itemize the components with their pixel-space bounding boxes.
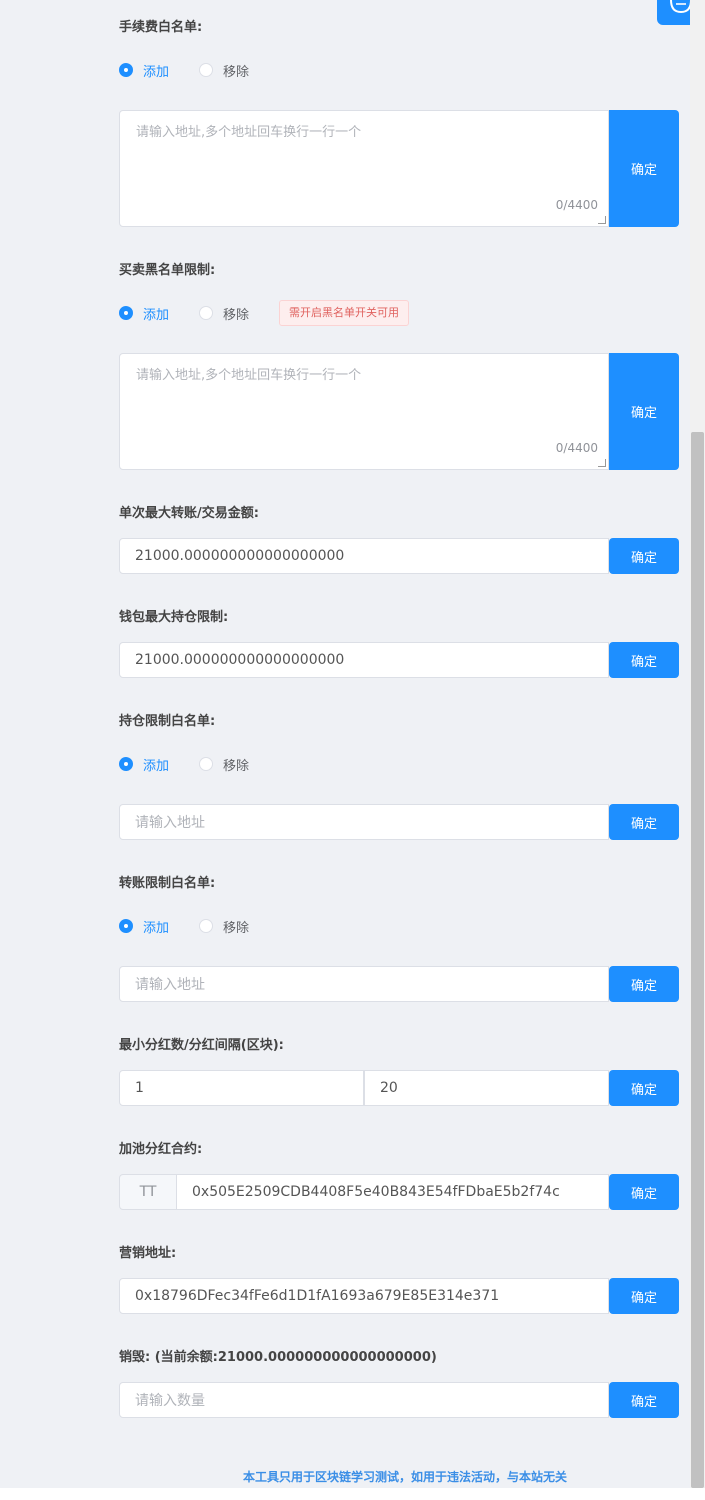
transfer-whitelist-radio-group: 添加 移除 [119, 916, 249, 936]
marketing-confirm-button[interactable]: 确定 [609, 1278, 679, 1314]
max-wallet-confirm-button[interactable]: 确定 [609, 642, 679, 678]
marketing-input[interactable]: 0x18796DFec34fFe6d1D1fA1693a679E85E314e3… [119, 1278, 609, 1314]
transfer-whitelist-input[interactable]: 请输入地址 [119, 966, 609, 1002]
trade-blacklist-remove-radio[interactable]: 移除 [199, 304, 249, 323]
hold-whitelist-add-radio[interactable]: 添加 [119, 755, 169, 774]
fee-whitelist-radio-group: 添加 移除 [119, 60, 249, 80]
blacklist-notice-tag: 需开启黑名单开关可用 [279, 300, 410, 326]
fee-whitelist-textarea[interactable]: 请输入地址,多个地址回车换行一行一个 0/4400 [119, 110, 609, 227]
radio-checked-icon [119, 757, 133, 771]
bottom-edge [0, 1488, 705, 1500]
transfer-whitelist-add-radio[interactable]: 添加 [119, 917, 169, 936]
hold-whitelist-input[interactable]: 请输入地址 [119, 804, 609, 840]
char-counter: 0/4400 [555, 441, 598, 455]
footer-disclaimer: 本工具只用于区块链学习测试，如用于违法活动，与本站无关 [242, 1470, 567, 1484]
resize-handle-icon[interactable] [598, 459, 606, 467]
burn-confirm-button[interactable]: 确定 [609, 1382, 679, 1418]
dividend-interval-input[interactable]: 20 [364, 1070, 609, 1106]
hold-whitelist-label: 持仓限制白名单: [119, 714, 216, 729]
lp-dividend-input[interactable]: 0x505E2509CDB4408F5e40B843E54fFDbaE5b2f7… [176, 1174, 609, 1210]
trade-blacklist-label: 买卖黑名单限制: [119, 263, 216, 278]
radio-checked-icon [119, 306, 133, 320]
burn-label: 销毁: (当前余额:21000.000000000000000000) [119, 1350, 437, 1365]
hold-whitelist-remove-radio[interactable]: 移除 [199, 755, 249, 774]
transfer-whitelist-label: 转账限制白名单: [119, 876, 216, 891]
fee-whitelist-confirm-button[interactable]: 确定 [609, 110, 679, 227]
trade-blacklist-confirm-button[interactable]: 确定 [609, 353, 679, 470]
resize-handle-icon[interactable] [598, 216, 606, 224]
dividend-input-group: 1 20 [119, 1070, 609, 1106]
dividend-label: 最小分红数/分红间隔(区块): [119, 1038, 284, 1053]
lp-dividend-confirm-button[interactable]: 确定 [609, 1174, 679, 1210]
hold-whitelist-radio-group: 添加 移除 [119, 754, 249, 774]
fee-whitelist-remove-radio[interactable]: 移除 [199, 61, 249, 80]
radio-unchecked-icon [199, 306, 214, 320]
marketing-label: 营销地址: [119, 1246, 177, 1261]
dividend-min-input[interactable]: 1 [119, 1070, 364, 1106]
burn-amount-input[interactable]: 请输入数量 [119, 1382, 609, 1418]
max-wallet-label: 钱包最大持仓限制: [119, 610, 229, 625]
char-counter: 0/4400 [555, 198, 598, 212]
scrollbar-thumb[interactable] [691, 432, 704, 1488]
trade-blacklist-radio-group: 添加 移除 需开启黑名单开关可用 [119, 300, 410, 326]
burn-balance: 21000.000000000000000000 [217, 1350, 431, 1365]
transfer-whitelist-confirm-button[interactable]: 确定 [609, 966, 679, 1002]
fee-whitelist-label: 手续费白名单: [119, 20, 203, 35]
max-tx-input[interactable]: 21000.000000000000000000 [119, 538, 609, 574]
trade-blacklist-add-radio[interactable]: 添加 [119, 304, 169, 323]
max-wallet-input[interactable]: 21000.000000000000000000 [119, 642, 609, 678]
radio-unchecked-icon [199, 757, 214, 771]
lp-dividend-prefix: TT [119, 1174, 177, 1210]
max-tx-label: 单次最大转账/交易金额: [119, 506, 259, 521]
fee-whitelist-add-radio[interactable]: 添加 [119, 61, 169, 80]
max-tx-confirm-button[interactable]: 确定 [609, 538, 679, 574]
hold-whitelist-confirm-button[interactable]: 确定 [609, 804, 679, 840]
radio-unchecked-icon [199, 63, 214, 77]
trade-blacklist-textarea[interactable]: 请输入地址,多个地址回车换行一行一个 0/4400 [119, 353, 609, 470]
radio-checked-icon [119, 63, 133, 77]
radio-checked-icon [119, 919, 133, 933]
radio-unchecked-icon [199, 919, 214, 933]
lp-dividend-label: 加池分红合约: [119, 1142, 203, 1157]
transfer-whitelist-remove-radio[interactable]: 移除 [199, 917, 249, 936]
dividend-confirm-button[interactable]: 确定 [609, 1070, 679, 1106]
